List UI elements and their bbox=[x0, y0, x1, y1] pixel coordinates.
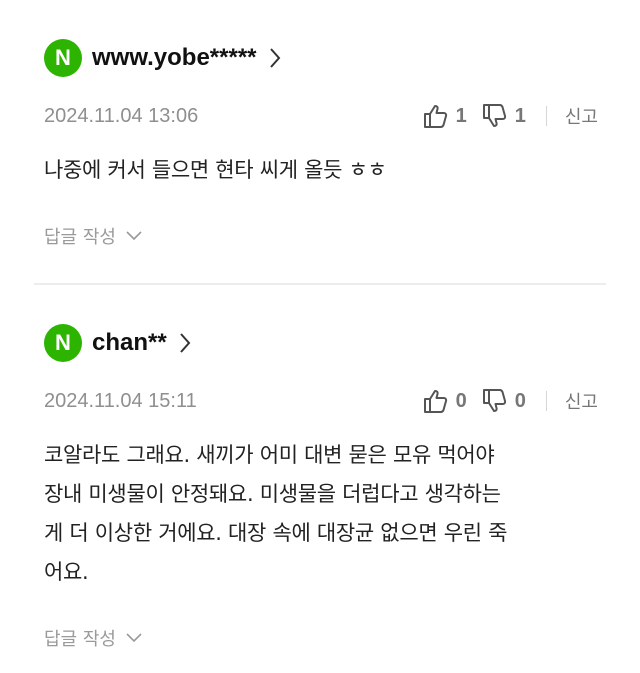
comment-body-line: 장내 미생물이 안정돼요. 미생물을 더럽다고 생각하는 bbox=[44, 482, 501, 506]
chevron-right-icon[interactable] bbox=[269, 47, 281, 69]
comment-meta-row: 2024.11.04 13:06 1 1 신고 bbox=[44, 98, 598, 134]
report-button[interactable]: 신고 bbox=[565, 388, 598, 414]
naver-badge-icon: N bbox=[44, 324, 82, 362]
naver-badge-icon: N bbox=[44, 39, 82, 77]
chevron-down-icon bbox=[126, 633, 142, 643]
report-button[interactable]: 신고 bbox=[565, 103, 598, 129]
dislike-button[interactable]: 1 bbox=[481, 103, 526, 129]
like-count: 1 bbox=[455, 104, 467, 127]
thumbs-down-icon bbox=[481, 388, 507, 414]
dislike-count: 0 bbox=[514, 389, 526, 412]
like-button[interactable]: 1 bbox=[422, 103, 467, 129]
comment-actions: 1 1 신고 bbox=[408, 103, 598, 129]
thumbs-up-icon bbox=[422, 388, 448, 414]
comment-item: N www.yobe***** 2024.11.04 13:06 1 1 신고 bbox=[0, 0, 640, 283]
thumbs-up-icon bbox=[422, 103, 448, 129]
comment-body: 코알라도 그래요. 새끼가 어미 대변 묻은 모유 먹어야 장내 미생물이 안정… bbox=[44, 436, 596, 592]
reply-toggle[interactable]: 답글 작성 bbox=[44, 625, 596, 651]
comment-meta-row: 2024.11.04 15:11 0 0 신고 bbox=[44, 383, 598, 419]
comment-username[interactable]: chan** bbox=[92, 329, 167, 357]
comment-author-row: N www.yobe***** bbox=[44, 0, 596, 78]
thumbs-down-icon bbox=[481, 103, 507, 129]
comment-body-line: 어요. bbox=[44, 560, 89, 584]
dislike-button[interactable]: 0 bbox=[481, 388, 526, 414]
comment-date: 2024.11.04 13:06 bbox=[44, 104, 199, 127]
comment-actions: 0 0 신고 bbox=[408, 388, 598, 414]
comment-author-row: N chan** bbox=[44, 285, 596, 363]
comment-date: 2024.11.04 15:11 bbox=[44, 389, 197, 412]
comment-username[interactable]: www.yobe***** bbox=[92, 44, 257, 72]
comment-item: N chan** 2024.11.04 15:11 0 0 신고 코알라도 그래… bbox=[0, 285, 640, 673]
chevron-down-icon bbox=[126, 231, 142, 241]
reply-label: 답글 작성 bbox=[44, 227, 116, 248]
divider bbox=[545, 106, 547, 126]
reply-toggle[interactable]: 답글 작성 bbox=[44, 223, 596, 249]
dislike-count: 1 bbox=[514, 104, 526, 127]
comment-body: 나중에 커서 들으면 현타 씨게 올듯 ㅎㅎ bbox=[44, 158, 387, 182]
divider bbox=[545, 391, 547, 411]
comment-body-line: 코알라도 그래요. 새끼가 어미 대변 묻은 모유 먹어야 bbox=[44, 443, 495, 467]
like-count: 0 bbox=[455, 389, 467, 412]
reply-label: 답글 작성 bbox=[44, 629, 116, 650]
comment-body-line: 게 더 이상한 거에요. 대장 속에 대장균 없으면 우린 죽 bbox=[44, 521, 508, 545]
like-button[interactable]: 0 bbox=[422, 388, 467, 414]
chevron-right-icon[interactable] bbox=[179, 332, 191, 354]
